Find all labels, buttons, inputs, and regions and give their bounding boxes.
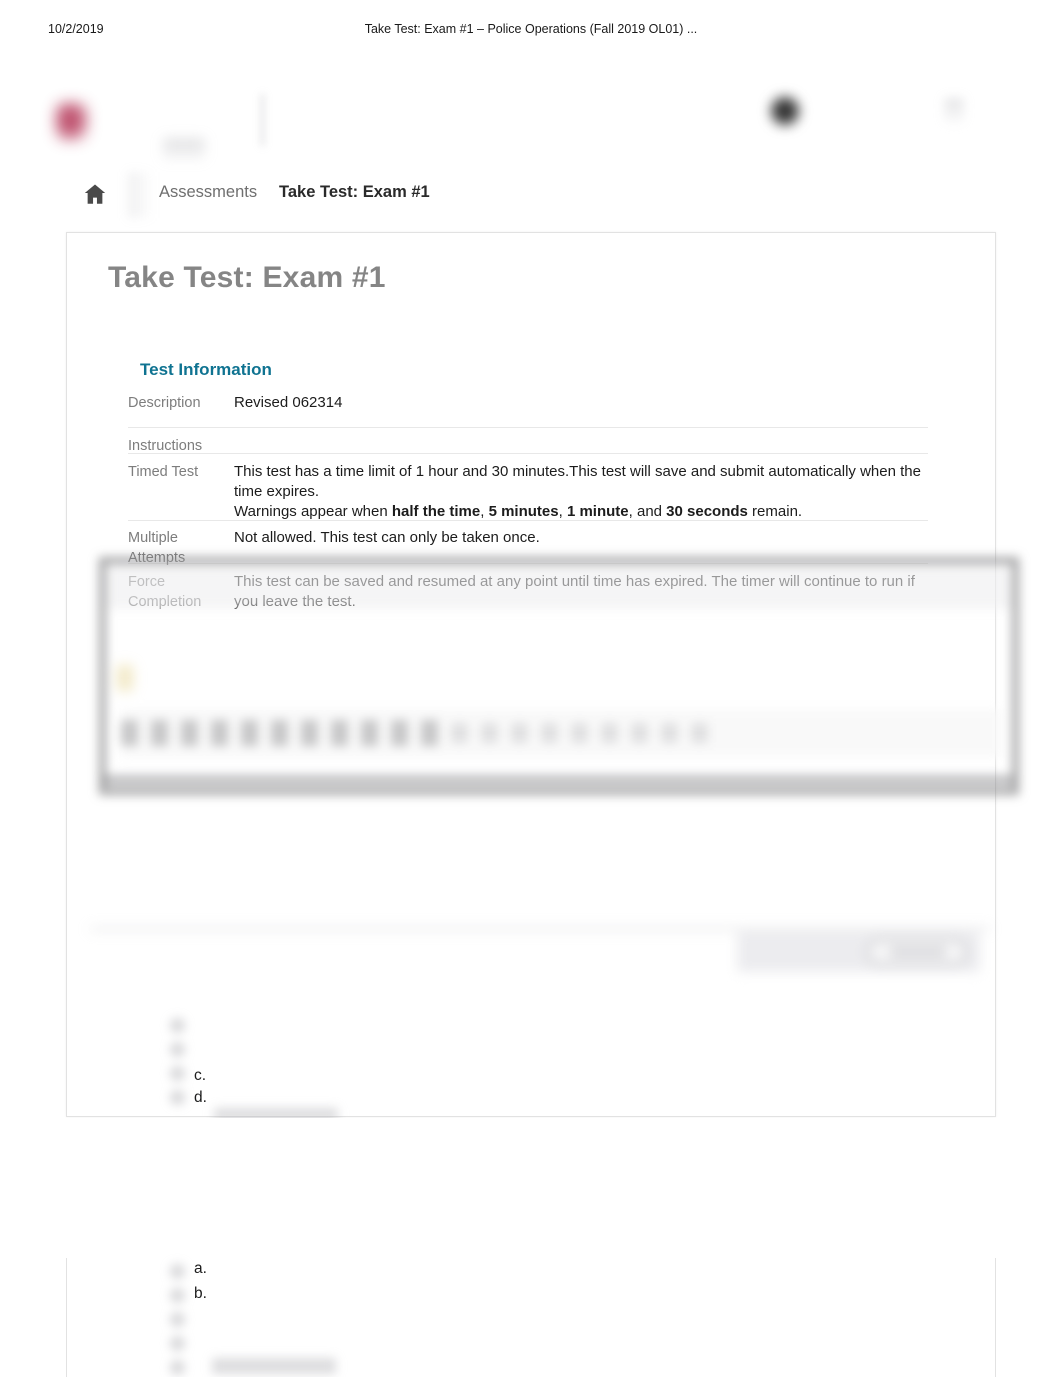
info-label: Timed Test — [128, 464, 199, 480]
radio-button[interactable] — [170, 1066, 185, 1081]
info-value: Revised 062314 — [234, 394, 343, 411]
info-label: Description — [128, 395, 201, 411]
breadcrumb-shadow — [128, 172, 154, 218]
option-text — [212, 1358, 336, 1374]
sep-2: , — [558, 503, 567, 520]
option-letter-b: b. — [194, 1285, 207, 1302]
question-options-block-2[interactable] — [0, 1256, 1062, 1377]
home-icon[interactable] — [81, 180, 109, 208]
sep-1: , — [480, 503, 489, 520]
info-label: Instructions — [128, 438, 203, 454]
test-information-heading: Test Information — [140, 360, 272, 379]
menu-icon[interactable] — [944, 98, 964, 124]
timed-test-bold-1: half the time — [391, 503, 481, 520]
info-row-instructions: Instructions — [128, 436, 933, 456]
info-value: Not allowed. This test can only be taken… — [234, 529, 540, 546]
option-letter-d: d. — [194, 1089, 207, 1106]
breadcrumb-item-current: Take Test: Exam #1 — [279, 183, 430, 201]
radio-button[interactable] — [170, 1336, 185, 1351]
timed-test-bold-4: 30 seconds — [666, 503, 748, 520]
info-row-multiple-attempts: Multiple Attempts Not allowed. This test… — [128, 528, 933, 568]
info-row-description: Description Revised 062314 — [128, 393, 933, 413]
divider — [128, 427, 928, 428]
question-options-block-1[interactable] — [0, 1010, 1062, 1120]
radio-button[interactable] — [170, 1360, 185, 1375]
breadcrumb-item-assessments[interactable]: Assessments — [159, 183, 257, 202]
print-page-break — [0, 1118, 1062, 1256]
print-header: 10/2/2019 Take Test: Exam #1 – Police Op… — [0, 22, 1062, 42]
radio-button[interactable] — [170, 1018, 185, 1033]
radio-button[interactable] — [170, 1264, 185, 1279]
option-letter-c: c. — [194, 1067, 207, 1084]
institution-logo-icon[interactable] — [55, 102, 89, 142]
radio-button[interactable] — [170, 1288, 185, 1303]
timed-test-line1: This test has a time limit of 1 hour and… — [234, 463, 921, 500]
page-title: Take Test: Exam #1 — [108, 261, 386, 294]
option-letter-a: a. — [194, 1260, 207, 1277]
info-value: This test can be saved and resumed at an… — [234, 573, 915, 610]
radio-button[interactable] — [170, 1042, 185, 1057]
print-page-title: Take Test: Exam #1 – Police Operations (… — [364, 22, 698, 36]
timed-test-bold-3: 1 minute — [566, 503, 629, 520]
institution-wordmark — [163, 138, 205, 160]
radio-button[interactable] — [170, 1312, 185, 1327]
breadcrumb: Assessments Take Test: Exam #1 — [0, 172, 1062, 220]
sep-3: , and — [628, 503, 667, 520]
radio-button[interactable] — [170, 1090, 185, 1105]
radio-group[interactable] — [170, 1264, 192, 1375]
info-label: Force Completion — [128, 574, 202, 610]
site-chrome — [0, 46, 1062, 160]
info-label: Multiple Attempts — [128, 530, 186, 566]
info-value — [234, 436, 933, 456]
timed-test-bold-2: 5 minutes — [488, 503, 559, 520]
timed-test-warn-prefix: Warnings appear when — [234, 503, 392, 520]
user-avatar-icon[interactable] — [770, 96, 800, 126]
printed-page: 10/2/2019 Take Test: Exam #1 – Police Op… — [0, 0, 1062, 1377]
radio-group[interactable] — [170, 1018, 192, 1116]
info-row-timed-test: Timed Test This test has a time limit of… — [128, 462, 933, 522]
timed-test-warn-suffix: remain. — [747, 503, 803, 520]
chrome-divider — [261, 94, 264, 146]
info-value-timed-test: This test has a time limit of 1 hour and… — [234, 462, 933, 522]
info-row-force-completion: Force Completion This test can be saved … — [128, 572, 933, 612]
